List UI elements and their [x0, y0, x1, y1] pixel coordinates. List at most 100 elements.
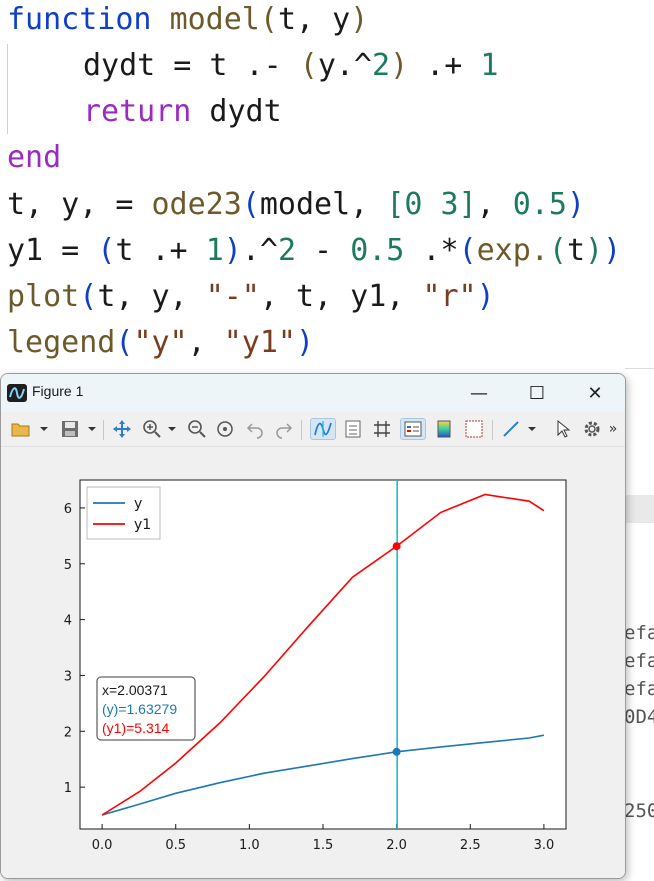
close-button[interactable]: ✕	[567, 374, 623, 412]
x-tick-label: 1.0	[239, 838, 260, 853]
draw-dropdown-icon[interactable]	[525, 418, 539, 440]
repl-divider	[625, 495, 654, 523]
code-text: ,	[187, 325, 224, 360]
number: 0.5	[512, 187, 567, 222]
toolbar-overflow-button[interactable]: »	[606, 418, 620, 440]
number: 2	[372, 48, 391, 83]
code-line-6: y1 = (t .+ 1).^2 - 0.5 .*(exp.(t))	[7, 231, 621, 271]
chart-svg[interactable]: 0.0 0.5 1.0 1.5 2.0 2.5 3.0 1 2 3 4 5 6 y y1 x=2.00371 (…	[1, 448, 626, 879]
repl-line: 0D4	[624, 706, 654, 728]
toolbar-separator	[301, 420, 302, 440]
x-tick-label: 2.5	[460, 838, 481, 853]
args: t, y	[277, 2, 351, 37]
zoom-out-icon[interactable]	[186, 418, 208, 440]
data-cursor-icon[interactable]	[310, 418, 336, 440]
string: "y"	[133, 325, 188, 360]
figure-toolbar: »	[1, 412, 625, 447]
code-text: t, y,	[97, 279, 206, 314]
toolbar-separator	[103, 420, 104, 440]
code-text: y1 =	[7, 233, 98, 268]
editor-separator	[625, 368, 654, 369]
pan-icon[interactable]	[111, 418, 133, 440]
code-editor[interactable]: function model(t, y) dydt = t .- (y.^2) …	[0, 0, 654, 372]
settings-gear-icon[interactable]	[581, 418, 603, 440]
string: "y1"	[223, 325, 296, 360]
figure-window[interactable]: Figure 1 — ☐ ✕ » 0.0 0.5 1.0 1.5 2.0 2.5…	[0, 373, 626, 879]
code-text: ,	[476, 187, 513, 222]
maximize-button[interactable]: ☐	[509, 374, 565, 412]
toolbar-separator	[492, 420, 493, 440]
save-dropdown-icon[interactable]	[85, 418, 99, 440]
repl-line: efa	[624, 678, 654, 700]
code-text: dydt = t .-	[83, 48, 300, 83]
x-tick-label: 3.0	[534, 838, 555, 853]
undo-icon[interactable]	[244, 418, 266, 440]
paren: (	[115, 325, 134, 360]
paren: )	[296, 325, 315, 360]
open-folder-icon[interactable]	[11, 418, 33, 440]
datatip-x: x=2.00371	[102, 682, 168, 698]
window-title: Figure 1	[32, 383, 84, 399]
paren: (	[79, 279, 98, 314]
axes-box-icon[interactable]	[463, 418, 485, 440]
legend-label-y1: y1	[134, 517, 151, 533]
minimize-button[interactable]: —	[451, 374, 507, 412]
keyword-return: return	[83, 94, 192, 129]
data-cursor-marker-y	[392, 747, 401, 756]
code-line-3: return dydt	[7, 92, 282, 132]
zoom-dropdown-icon[interactable]	[165, 418, 179, 440]
bracket: ]	[458, 187, 477, 222]
y-tick-label: 4	[64, 614, 72, 629]
reset-view-icon[interactable]	[214, 418, 236, 440]
legend-icon[interactable]	[400, 418, 426, 440]
data-cursor-marker-y1	[392, 542, 401, 551]
code-line-1: function model(t, y)	[7, 0, 368, 40]
code-line-2: dydt = t .- (y.^2) .+ 1	[7, 46, 498, 86]
keyword-end: end	[7, 140, 62, 175]
code-text: .*	[404, 233, 459, 268]
redo-icon[interactable]	[273, 418, 295, 440]
keyword-function: function	[7, 2, 152, 37]
colorbar-icon[interactable]	[433, 418, 455, 440]
paren: )	[350, 2, 369, 37]
paren: )	[476, 279, 495, 314]
number: 0	[404, 187, 423, 222]
open-dropdown-icon[interactable]	[37, 418, 51, 440]
paren: (	[458, 233, 477, 268]
legend-label-y: y	[134, 496, 142, 512]
code-line-7: plot(t, y, "-", t, y1, "r")	[7, 277, 495, 317]
draw-line-icon[interactable]	[500, 418, 522, 440]
legend-toggle-icon[interactable]	[342, 418, 364, 440]
select-pointer-icon[interactable]	[552, 418, 574, 440]
paren: (	[241, 187, 260, 222]
y-tick-label: 3	[64, 669, 72, 684]
grid-icon[interactable]	[371, 418, 393, 440]
paren: (	[299, 48, 318, 83]
code-text: -	[296, 233, 351, 268]
number: 2	[277, 233, 296, 268]
figure-app-icon	[7, 384, 27, 402]
paren: (	[97, 233, 116, 268]
code-text: t .+	[115, 233, 206, 268]
code-line-8: legend("y", "y1")	[7, 323, 314, 363]
number: 3	[440, 187, 459, 222]
y-tick-label: 2	[64, 725, 72, 740]
number: 1	[205, 233, 224, 268]
code-line-4: end	[7, 138, 61, 178]
x-tick-label: 0.5	[165, 838, 186, 853]
number: 1	[480, 48, 499, 83]
function-name: legend	[7, 325, 116, 360]
save-icon[interactable]	[59, 418, 81, 440]
y-tick-label: 6	[64, 502, 72, 517]
paren: (	[259, 2, 278, 37]
zoom-in-icon[interactable]	[141, 418, 163, 440]
code-text: y.^	[317, 48, 372, 83]
paren: (	[548, 233, 567, 268]
number: 0.5	[350, 233, 405, 268]
title-bar[interactable]: Figure 1 — ☐ ✕	[1, 374, 625, 412]
plot-area[interactable]: 0.0 0.5 1.0 1.5 2.0 2.5 3.0 1 2 3 4 5 6 y y1 x=2.00371 (…	[1, 448, 626, 879]
code-text: t	[566, 233, 585, 268]
code-text: dydt	[191, 94, 282, 129]
code-line-5: t, y, = ode23(model, [0 3], 0.5)	[7, 185, 585, 225]
